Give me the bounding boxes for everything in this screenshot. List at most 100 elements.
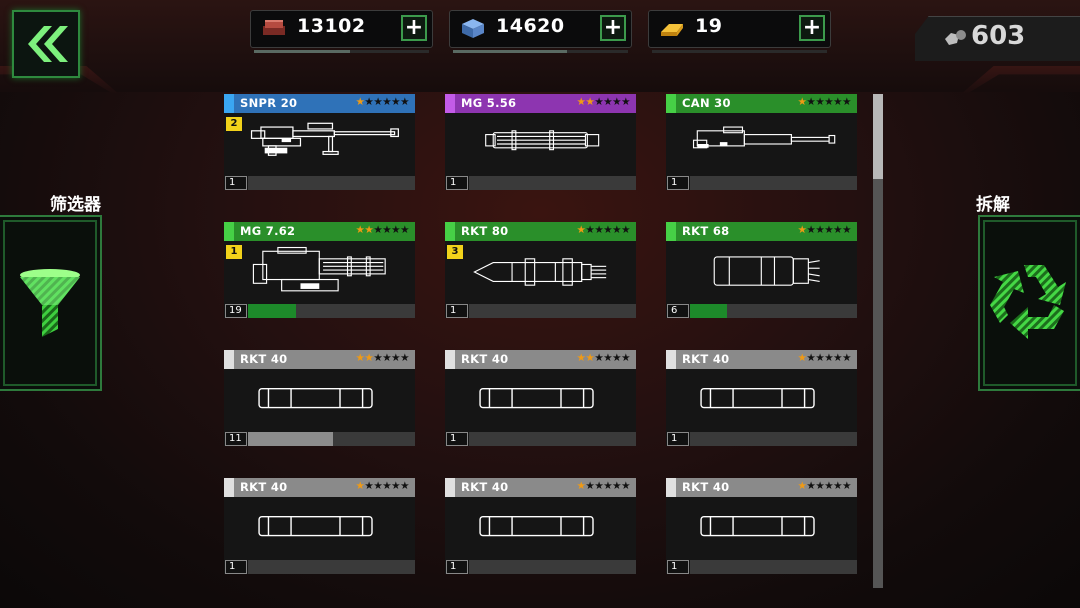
weapon-name: RKT 68 xyxy=(682,224,730,238)
weapon-card[interactable]: MG 5.56 ★★★★★★ 1 xyxy=(445,94,636,190)
sniper-weapon-icon xyxy=(250,122,399,156)
star-empty-icon: ★ xyxy=(806,224,816,236)
rocket-launcher-weapon-icon xyxy=(713,256,820,286)
back-button[interactable] xyxy=(12,10,80,78)
bolt-parts-icon xyxy=(945,30,966,45)
weapon-name: MG 7.62 xyxy=(240,224,296,238)
weapon-name: RKT 40 xyxy=(240,352,288,366)
star-empty-icon: ★ xyxy=(842,352,851,364)
weapon-card[interactable]: RKT 40 ★★★★★★ 1 xyxy=(445,350,636,446)
upgrade-progress-track xyxy=(469,304,636,318)
card-header: RKT 40 ★★★★★★ xyxy=(445,350,636,369)
weapon-card[interactable]: RKT 40 ★★★★★★ 1 xyxy=(445,478,636,574)
star-empty-icon: ★ xyxy=(842,480,851,492)
star-empty-icon: ★ xyxy=(612,96,622,108)
rarity-stripe xyxy=(224,350,234,369)
star-filled-icon: ★ xyxy=(364,352,374,364)
card-header: RKT 40 ★★★★★★ xyxy=(445,478,636,497)
tier-badge: 2 xyxy=(226,117,242,131)
armor-plate-icon xyxy=(263,20,285,35)
weapon-card[interactable]: RKT 68 ★★★★★★ 6 xyxy=(666,222,857,318)
upgrade-progress-track xyxy=(690,432,857,446)
card-header: MG 7.62 ★★★★★★ xyxy=(224,222,415,241)
scrollbar-thumb[interactable] xyxy=(873,94,883,179)
upgrade-progress-fill xyxy=(248,304,296,318)
owned-count: 1 xyxy=(667,432,689,446)
star-empty-icon: ★ xyxy=(833,96,843,108)
star-empty-icon: ★ xyxy=(382,480,392,492)
star-empty-icon: ★ xyxy=(594,352,604,364)
rarity-stripe xyxy=(445,222,455,241)
disassemble-label: 拆解 xyxy=(976,195,1010,215)
star-empty-icon: ★ xyxy=(594,96,604,108)
weapon-card[interactable]: RKT 80 ★★★★★★ 3 1 xyxy=(445,222,636,318)
weapon-card[interactable]: RKT 40 ★★★★★★ 11 xyxy=(224,350,415,446)
minigun-weapon-icon xyxy=(485,130,600,151)
tier-badge: 3 xyxy=(447,245,463,259)
parts-crates-value: 14620 xyxy=(496,15,565,37)
star-empty-icon: ★ xyxy=(603,224,613,236)
weapon-card[interactable]: MG 7.62 ★★★★★★ 1 19 xyxy=(224,222,415,318)
tube-weapon-icon xyxy=(479,388,594,409)
rarity-stripe xyxy=(666,222,676,241)
star-filled-icon: ★ xyxy=(585,96,595,108)
owned-count: 1 xyxy=(446,560,468,574)
tube-weapon-icon xyxy=(479,516,594,537)
weapon-card[interactable]: RKT 40 ★★★★★★ 1 xyxy=(224,478,415,574)
star-empty-icon: ★ xyxy=(824,96,834,108)
star-empty-icon: ★ xyxy=(612,480,622,492)
card-header: MG 5.56 ★★★★★★ xyxy=(445,94,636,113)
card-header: SNPR 20 ★★★★★★ xyxy=(224,94,415,113)
weapon-card[interactable]: CAN 30 ★★★★★★ 1 xyxy=(666,94,857,190)
star-empty-icon: ★ xyxy=(603,352,613,364)
star-rating: ★★★★★★ xyxy=(797,352,851,364)
weapon-name: SNPR 20 xyxy=(240,96,298,110)
star-empty-icon: ★ xyxy=(815,480,825,492)
card-header: RKT 68 ★★★★★★ xyxy=(666,222,857,241)
star-empty-icon: ★ xyxy=(382,352,392,364)
star-empty-icon: ★ xyxy=(382,96,392,108)
star-empty-icon: ★ xyxy=(806,96,816,108)
star-empty-icon: ★ xyxy=(824,224,834,236)
filter-button[interactable] xyxy=(0,215,102,391)
disassemble-button[interactable] xyxy=(978,215,1080,391)
rarity-stripe xyxy=(445,94,455,113)
parts-crates-bar xyxy=(453,50,567,53)
weapon-card[interactable]: RKT 40 ★★★★★★ 1 xyxy=(666,478,857,574)
star-empty-icon: ★ xyxy=(391,96,401,108)
owned-count: 1 xyxy=(667,560,689,574)
tier-badge: 1 xyxy=(226,245,242,259)
add-parts-crates-button[interactable]: + xyxy=(600,15,626,41)
owned-count: 6 xyxy=(667,304,689,318)
star-rating: ★★★★★★ xyxy=(797,96,851,108)
star-empty-icon: ★ xyxy=(373,352,383,364)
weapon-card[interactable]: RKT 40 ★★★★★★ 1 xyxy=(666,350,857,446)
star-empty-icon: ★ xyxy=(364,480,374,492)
rarity-stripe xyxy=(666,350,676,369)
card-header: CAN 30 ★★★★★★ xyxy=(666,94,857,113)
star-empty-icon: ★ xyxy=(815,96,825,108)
star-empty-icon: ★ xyxy=(364,96,374,108)
star-rating: ★★★★★★ xyxy=(355,224,409,236)
armor-plates-bar xyxy=(254,50,350,53)
upgrade-progress-track xyxy=(690,176,857,190)
rocket-pod-weapon-icon xyxy=(473,258,607,286)
star-empty-icon: ★ xyxy=(806,352,816,364)
card-header: RKT 40 ★★★★★★ xyxy=(224,478,415,497)
weapon-card[interactable]: SNPR 20 ★★★★★★ 2 1 xyxy=(224,94,415,190)
star-empty-icon: ★ xyxy=(833,224,843,236)
add-gold-bars-button[interactable]: + xyxy=(799,15,825,41)
armor-plates-value: 13102 xyxy=(297,15,366,37)
star-empty-icon: ★ xyxy=(585,224,595,236)
star-empty-icon: ★ xyxy=(391,480,401,492)
owned-count: 19 xyxy=(225,304,247,318)
owned-count: 1 xyxy=(446,176,468,190)
star-empty-icon: ★ xyxy=(400,96,409,108)
resource-gold-bars: 19 + xyxy=(648,10,831,53)
double-chevron-left-icon xyxy=(28,26,68,62)
tube-weapon-icon xyxy=(700,516,815,537)
add-armor-plates-button[interactable]: + xyxy=(401,15,427,41)
components-counter: 603 xyxy=(915,16,1080,61)
star-filled-icon: ★ xyxy=(585,352,595,364)
upgrade-progress-track xyxy=(469,432,636,446)
